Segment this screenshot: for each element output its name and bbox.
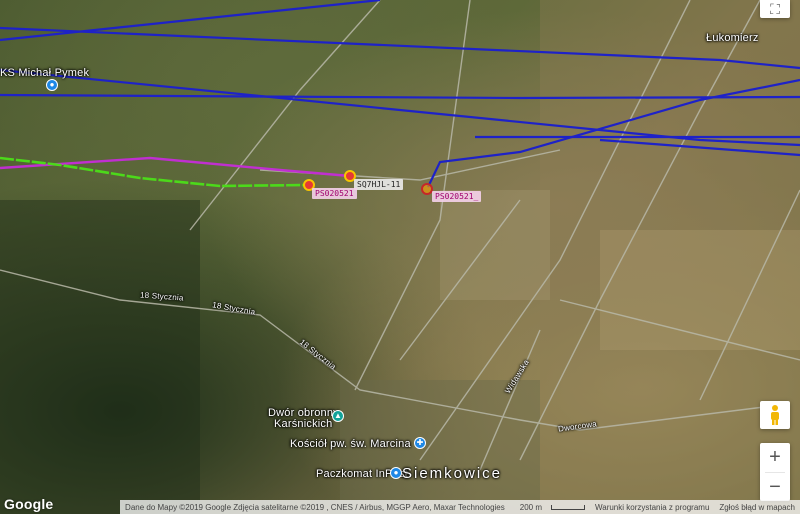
zoom-controls: + − — [760, 443, 790, 501]
map-label-kosciol: Kościół pw. św. Marcina — [290, 438, 411, 450]
landmark-icon[interactable]: ▲ — [332, 410, 344, 422]
map-label-lukomierz: Łukomierz — [706, 32, 759, 44]
fullscreen-icon: ⛶ — [770, 0, 780, 17]
pin-icon[interactable]: ● — [390, 467, 402, 479]
satellite-map[interactable]: Łukomierz KS Michał Pymek ● 18 Stycznia … — [0, 0, 800, 514]
fullscreen-button[interactable]: ⛶ — [760, 0, 790, 18]
attribution-text: Dane do Mapy ©2019 Google Zdjęcia sateli… — [125, 502, 505, 512]
map-label-dwor-2: Karśnickich — [274, 418, 333, 430]
scale-control[interactable]: 200 m — [510, 503, 590, 512]
pin-icon[interactable]: ● — [46, 79, 58, 91]
church-icon[interactable]: ✚ — [414, 437, 426, 449]
google-logo[interactable]: Google — [4, 496, 53, 512]
pegman-icon — [771, 405, 779, 425]
map-road-layer — [0, 0, 800, 514]
callsign-label[interactable]: SQ7HJL-11 — [354, 179, 404, 190]
attribution-bar: Dane do Mapy ©2019 Google Zdjęcia sateli… — [120, 500, 800, 514]
scale-label: 200 m — [519, 502, 542, 512]
map-label-ks-michal: KS Michał Pymek — [0, 67, 90, 79]
terms-link[interactable]: Warunki korzystania z programu — [590, 503, 714, 512]
map-label-siemkowice: Siemkowice — [402, 465, 503, 482]
callsign-label[interactable]: PS020521_ — [432, 191, 482, 202]
zoom-in-button[interactable]: + — [760, 443, 790, 472]
magenta-track — [0, 156, 351, 178]
report-error-link[interactable]: Zgłoś błąd w mapach — [714, 503, 800, 512]
zoom-out-button[interactable]: − — [760, 473, 790, 502]
callsign-label[interactable]: PS020521 — [312, 188, 357, 199]
green-track — [0, 156, 309, 188]
street-view-button[interactable] — [760, 401, 790, 429]
scale-bar — [550, 504, 585, 510]
